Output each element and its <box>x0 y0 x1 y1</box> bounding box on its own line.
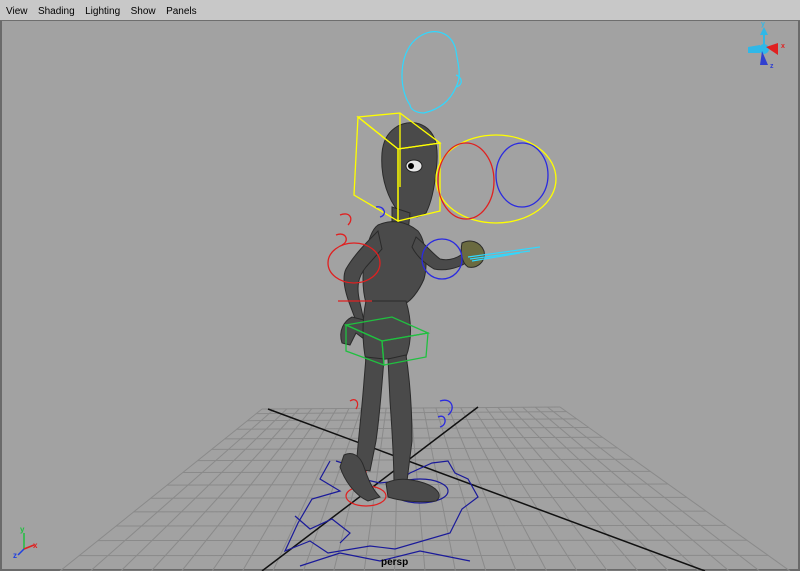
grid-line <box>133 510 707 513</box>
grid-line <box>447 407 517 571</box>
viewport-menubar: View Shading Lighting Show Panels <box>0 0 800 21</box>
grid-line <box>559 406 791 571</box>
grid-line <box>547 406 760 571</box>
viewport-scene[interactable] <box>0 21 800 571</box>
view-cube[interactable] <box>748 27 778 65</box>
grid-line <box>534 406 730 571</box>
origin-axis-y-label: y <box>20 525 25 534</box>
grid-line <box>59 408 263 571</box>
grid-line <box>150 408 300 571</box>
view-cube-x-label: x <box>781 43 785 50</box>
grid-line <box>435 407 487 571</box>
character-eye <box>405 159 423 173</box>
view-cube-z-label: z <box>770 63 774 70</box>
grid-line <box>497 407 639 571</box>
grid-line <box>242 408 337 571</box>
character-body[interactable] <box>339 122 485 503</box>
camera-name-label: persp <box>381 557 409 568</box>
origin-axis-z-label: z <box>13 551 17 560</box>
view-cube-y-label: y <box>761 21 765 28</box>
grid-line <box>120 408 288 571</box>
grid-axes <box>261 406 706 571</box>
grid-line <box>116 524 727 527</box>
grid-line <box>522 406 700 571</box>
origin-axis-x-label: x <box>33 541 38 550</box>
origin-axis-indicator <box>17 533 35 556</box>
grid-line <box>211 408 325 571</box>
maya-window: View Shading Lighting Show Panels y x z … <box>0 0 800 571</box>
grid-line <box>182 470 651 474</box>
grid-line <box>472 407 578 571</box>
grid-line <box>197 458 634 462</box>
